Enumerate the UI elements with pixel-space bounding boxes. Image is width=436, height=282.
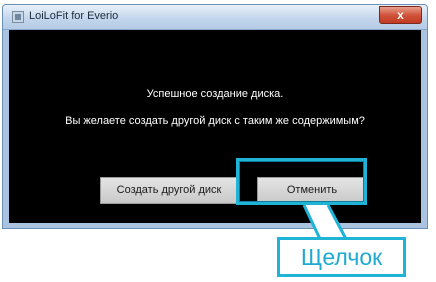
cancel-button[interactable]: Отменить	[257, 177, 367, 204]
screenshot-stage: LoiLoFit for Everio x Успешное создание …	[0, 0, 436, 282]
title-bar[interactable]: LoiLoFit for Everio x	[3, 5, 427, 30]
click-callout: Щелчок	[277, 237, 406, 277]
question-message: Вы желаете создать другой диск с таким ж…	[65, 115, 365, 127]
window-title: LoiLoFit for Everio	[29, 10, 119, 22]
create-another-disc-button[interactable]: Создать другой диск	[100, 177, 238, 204]
dialog-content: Успешное создание диска. Вы желаете созд…	[9, 30, 421, 223]
dialog-window: LoiLoFit for Everio x Успешное создание …	[2, 4, 428, 229]
app-icon	[12, 11, 24, 23]
close-button[interactable]: x	[379, 6, 422, 24]
success-message: Успешное создание диска.	[146, 88, 284, 100]
